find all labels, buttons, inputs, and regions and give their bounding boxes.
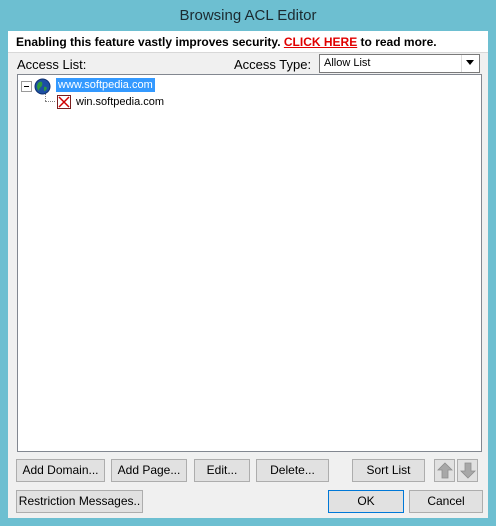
- collapse-toggle[interactable]: [21, 81, 32, 92]
- banner-text-before: Enabling this feature vastly improves se…: [16, 35, 284, 49]
- access-list-tree[interactable]: www.softpedia.com win.softpedia.com: [17, 74, 482, 452]
- delete-button[interactable]: Delete...: [256, 459, 329, 482]
- access-list-label: Access List:: [17, 57, 87, 72]
- sort-list-button[interactable]: Sort List: [352, 459, 425, 482]
- chevron-down-icon: [466, 60, 474, 65]
- restriction-messages-button[interactable]: Restriction Messages..: [16, 490, 143, 513]
- dialog-client-area: Enabling this feature vastly improves se…: [8, 31, 488, 518]
- arrow-up-icon: [437, 462, 453, 479]
- access-type-label: Access Type:: [234, 57, 312, 72]
- ok-button[interactable]: OK: [328, 490, 404, 513]
- tree-node-page[interactable]: win.softpedia.com: [76, 95, 164, 109]
- access-type-value: Allow List: [324, 57, 371, 69]
- dropdown-button[interactable]: [461, 55, 479, 72]
- title-bar[interactable]: Browsing ACL Editor: [0, 0, 496, 31]
- edit-button[interactable]: Edit...: [194, 459, 250, 482]
- banner-text-after: to read more.: [357, 35, 437, 49]
- arrow-down-icon: [460, 462, 476, 479]
- click-here-link[interactable]: CLICK HERE: [284, 35, 357, 49]
- tree-node-domain[interactable]: www.softpedia.com: [56, 78, 155, 92]
- move-up-button[interactable]: [434, 459, 455, 482]
- globe-icon: [34, 78, 51, 95]
- move-down-button[interactable]: [457, 459, 478, 482]
- add-page-button[interactable]: Add Page...: [111, 459, 187, 482]
- window-title: Browsing ACL Editor: [179, 7, 317, 24]
- tree-connector: [45, 101, 55, 102]
- blocked-page-icon: [57, 95, 71, 109]
- security-banner: Enabling this feature vastly improves se…: [8, 31, 488, 53]
- add-domain-button[interactable]: Add Domain...: [16, 459, 105, 482]
- banner-text: Enabling this feature vastly improves se…: [16, 35, 437, 49]
- access-type-select[interactable]: Allow List: [319, 54, 480, 73]
- cancel-button[interactable]: Cancel: [409, 490, 483, 513]
